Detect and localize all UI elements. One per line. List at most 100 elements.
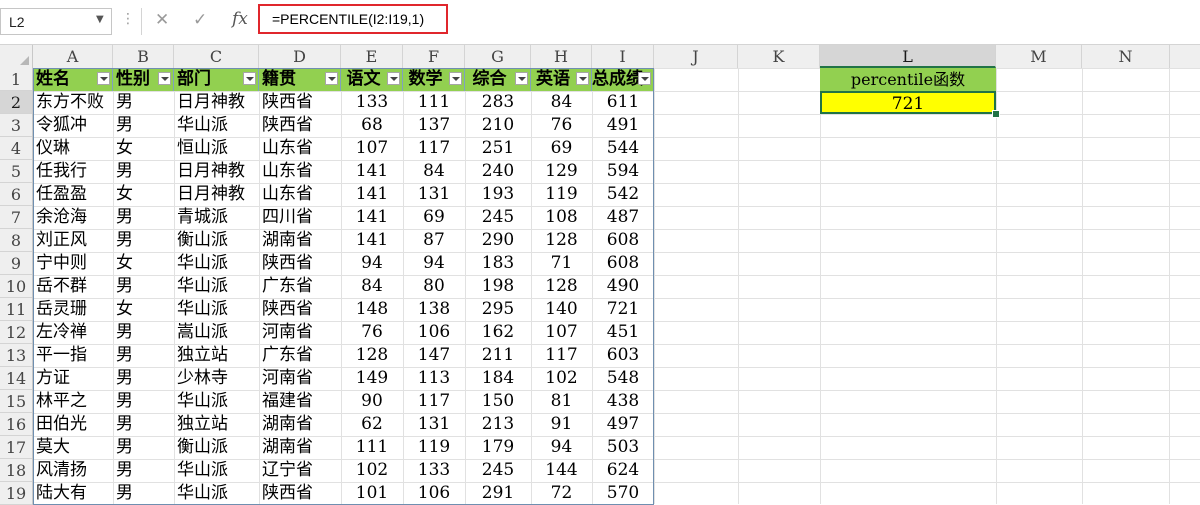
table-cell[interactable]: 华山派 <box>174 298 259 321</box>
table-cell[interactable]: 106 <box>403 482 465 505</box>
table-cell[interactable]: 广东省 <box>259 344 341 367</box>
table-cell[interactable]: 94 <box>341 252 403 275</box>
table-cell[interactable]: 莫大 <box>33 436 113 459</box>
table-cell[interactable]: 男 <box>113 321 174 344</box>
table-cell[interactable]: 华山派 <box>174 275 259 298</box>
table-cell[interactable]: 81 <box>531 390 592 413</box>
formula-input[interactable]: =PERCENTILE(I2:I19,1) <box>272 11 424 27</box>
table-cell[interactable]: 117 <box>403 390 465 413</box>
table-cell[interactable]: 华山派 <box>174 482 259 505</box>
table-cell[interactable]: 71 <box>531 252 592 275</box>
table-cell[interactable]: 华山派 <box>174 390 259 413</box>
row-header-11[interactable]: 11 <box>0 298 32 321</box>
table-cell[interactable]: 68 <box>341 114 403 137</box>
column-header-d[interactable]: D <box>259 45 341 68</box>
table-cell[interactable]: 风清扬 <box>33 459 113 482</box>
row-header-16[interactable]: 16 <box>0 413 32 436</box>
table-cell[interactable]: 251 <box>465 137 531 160</box>
confirm-icon[interactable]: ✓ <box>193 10 207 30</box>
table-cell[interactable]: 184 <box>465 367 531 390</box>
table-cell[interactable]: 183 <box>465 252 531 275</box>
more-options-icon[interactable]: ⋮ <box>121 11 135 27</box>
table-cell[interactable]: 179 <box>465 436 531 459</box>
table-cell[interactable]: 刘正风 <box>33 229 113 252</box>
table-cell[interactable]: 119 <box>403 436 465 459</box>
filter-dropdown-icon[interactable] <box>243 72 256 85</box>
table-cell[interactable]: 岳灵珊 <box>33 298 113 321</box>
table-cell[interactable]: 101 <box>341 482 403 505</box>
table-cell[interactable]: 陕西省 <box>259 114 341 137</box>
table-cell[interactable]: 117 <box>531 344 592 367</box>
column-header-l[interactable]: L <box>820 45 996 68</box>
worksheet-grid[interactable]: 姓名 性别 部门 籍贯 语文 数学 综合 英语 总成绩 东方不败男日月神教 陕西省 133 111 283… <box>33 68 1200 505</box>
table-cell[interactable]: 女 <box>113 183 174 206</box>
table-cell[interactable]: 独立站 <box>174 413 259 436</box>
table-cell[interactable]: 男 <box>113 482 174 505</box>
filter-dropdown-icon[interactable] <box>387 72 400 85</box>
table-cell[interactable]: 69 <box>403 206 465 229</box>
table-cell[interactable]: 548 <box>592 367 654 390</box>
table-cell[interactable]: 女 <box>113 252 174 275</box>
column-header-g[interactable]: G <box>465 45 531 68</box>
table-header-cell[interactable]: 部门 <box>174 68 259 91</box>
table-cell[interactable]: 162 <box>465 321 531 344</box>
table-cell[interactable]: 华山派 <box>174 252 259 275</box>
table-header-cell[interactable]: 数学 <box>403 68 465 91</box>
table-header-cell[interactable]: 籍贯 <box>259 68 341 91</box>
table-cell[interactable]: 男 <box>113 367 174 390</box>
table-cell[interactable]: 田伯光 <box>33 413 113 436</box>
cancel-icon[interactable]: ✕ <box>155 10 169 30</box>
row-header-19[interactable]: 19 <box>0 482 32 505</box>
row-header-10[interactable]: 10 <box>0 275 32 298</box>
table-cell[interactable]: 291 <box>465 482 531 505</box>
row-header-14[interactable]: 14 <box>0 367 32 390</box>
table-cell[interactable]: 余沧海 <box>33 206 113 229</box>
filter-dropdown-icon[interactable] <box>325 72 338 85</box>
table-cell[interactable]: 日月神教 <box>174 160 259 183</box>
table-cell[interactable]: 女 <box>113 137 174 160</box>
table-header-cell[interactable]: 性别 <box>113 68 174 91</box>
table-cell[interactable]: 华山派 <box>174 459 259 482</box>
table-cell[interactable]: 山东省 <box>259 183 341 206</box>
fill-handle[interactable] <box>992 110 1000 118</box>
table-cell[interactable]: 611 <box>592 91 654 114</box>
table-cell[interactable]: 左冷禅 <box>33 321 113 344</box>
table-cell[interactable]: 141 <box>341 229 403 252</box>
table-cell[interactable]: 102 <box>531 367 592 390</box>
table-cell[interactable]: 497 <box>592 413 654 436</box>
table-cell[interactable]: 128 <box>341 344 403 367</box>
insert-function-icon[interactable]: fx <box>232 9 248 29</box>
table-cell[interactable]: 男 <box>113 275 174 298</box>
table-cell[interactable]: 90 <box>341 390 403 413</box>
table-cell[interactable]: 119 <box>531 183 592 206</box>
row-header-3[interactable]: 3 <box>0 114 32 137</box>
table-cell[interactable]: 245 <box>465 206 531 229</box>
table-cell[interactable]: 491 <box>592 114 654 137</box>
table-cell[interactable]: 仪琳 <box>33 137 113 160</box>
table-cell[interactable]: 东方不败 <box>33 91 113 114</box>
column-header-b[interactable]: B <box>113 45 174 68</box>
table-cell[interactable]: 140 <box>531 298 592 321</box>
table-cell[interactable]: 147 <box>403 344 465 367</box>
table-cell[interactable]: 283 <box>465 91 531 114</box>
table-cell[interactable]: 213 <box>465 413 531 436</box>
table-cell[interactable]: 令狐冲 <box>33 114 113 137</box>
row-header-8[interactable]: 8 <box>0 229 32 252</box>
row-header-2[interactable]: 2 <box>0 91 32 114</box>
table-cell[interactable]: 陕西省 <box>259 91 341 114</box>
table-cell[interactable]: 240 <box>465 160 531 183</box>
table-cell[interactable]: 84 <box>531 91 592 114</box>
table-cell[interactable]: 87 <box>403 229 465 252</box>
table-cell[interactable]: 438 <box>592 390 654 413</box>
table-cell[interactable]: 129 <box>531 160 592 183</box>
table-cell[interactable]: 108 <box>531 206 592 229</box>
column-header-n[interactable]: N <box>1082 45 1170 68</box>
row-header-6[interactable]: 6 <box>0 183 32 206</box>
table-cell[interactable]: 男 <box>113 160 174 183</box>
table-cell[interactable]: 131 <box>403 183 465 206</box>
table-cell[interactable]: 128 <box>531 229 592 252</box>
table-cell[interactable]: 111 <box>341 436 403 459</box>
row-header-5[interactable]: 5 <box>0 160 32 183</box>
table-cell[interactable]: 290 <box>465 229 531 252</box>
table-cell[interactable]: 106 <box>403 321 465 344</box>
